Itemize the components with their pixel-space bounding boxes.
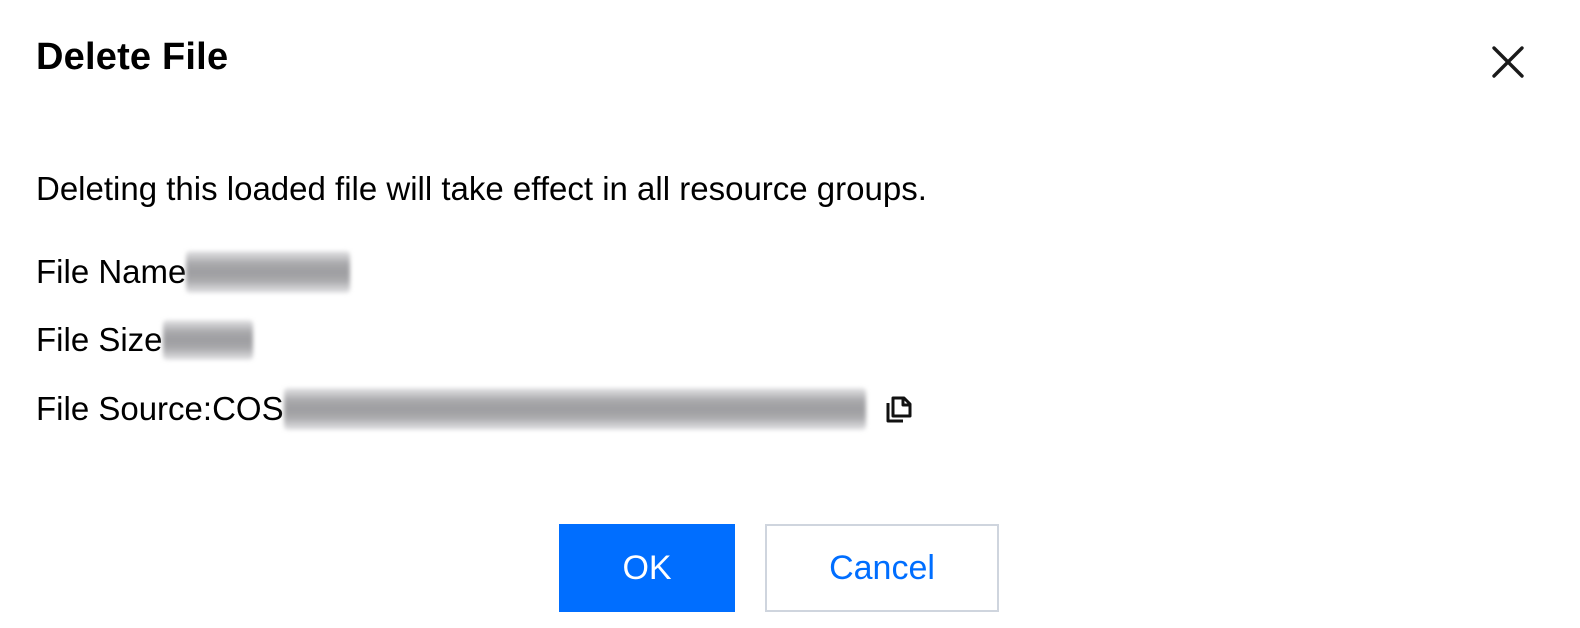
file-name-value-redacted — [186, 251, 351, 293]
dialog-title: Delete File — [36, 36, 229, 78]
copy-button[interactable] — [884, 393, 914, 425]
delete-file-dialog: Delete File Deleting this loaded file wi… — [0, 0, 1580, 628]
close-button[interactable] — [1488, 42, 1528, 82]
file-name-label: File Name — [36, 253, 187, 290]
cancel-button[interactable]: Cancel — [765, 524, 999, 612]
file-source-label: File Source:COS — [36, 390, 284, 427]
file-source-row: File Source:COS — [36, 388, 914, 430]
file-size-row: File Size — [36, 319, 253, 361]
copy-icon — [886, 396, 912, 423]
close-icon — [1492, 46, 1524, 78]
dialog-message: Deleting this loaded file will take effe… — [36, 170, 927, 207]
file-source-value-redacted — [283, 388, 866, 430]
file-name-row: File Name — [36, 251, 351, 293]
file-size-value-redacted — [162, 320, 253, 360]
file-size-label: File Size — [36, 321, 163, 358]
ok-button[interactable]: OK — [559, 524, 735, 612]
